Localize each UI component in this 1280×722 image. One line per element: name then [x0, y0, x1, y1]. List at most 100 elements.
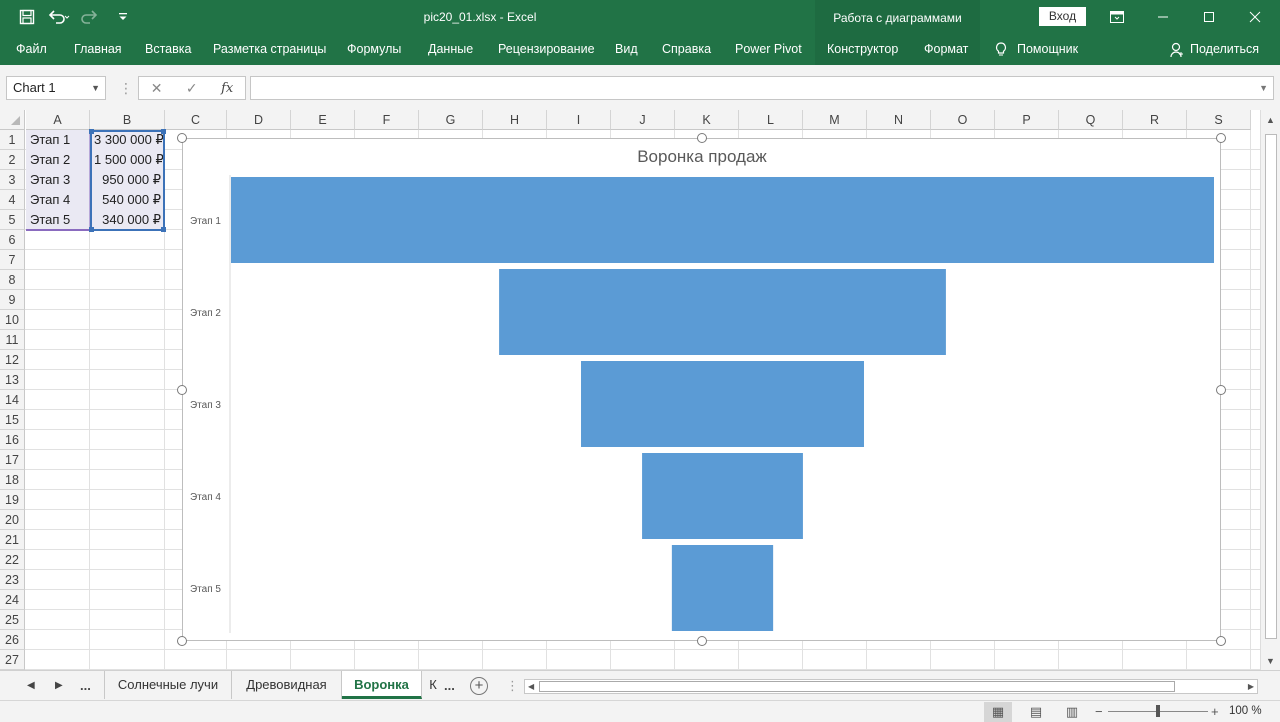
- insert-function-icon[interactable]: fx: [221, 81, 233, 96]
- column-header-k[interactable]: K: [675, 110, 739, 130]
- scroll-thumb[interactable]: [1265, 134, 1277, 639]
- formula-input[interactable]: ▼: [250, 76, 1274, 100]
- row-header-20[interactable]: 20: [0, 510, 25, 530]
- column-header-b[interactable]: B: [90, 110, 165, 130]
- tab-view[interactable]: Вид: [615, 34, 638, 65]
- row-header-18[interactable]: 18: [0, 470, 25, 490]
- sheet-tab-partial[interactable]: К: [426, 671, 440, 699]
- sheet-tab-treemap[interactable]: Древовидная: [232, 671, 342, 699]
- sheet-more-left[interactable]: ...: [80, 671, 91, 701]
- zoom-out-button[interactable]: −: [1095, 701, 1103, 722]
- range-handle[interactable]: [161, 129, 166, 134]
- sheet-tab-funnel[interactable]: Воронка: [342, 671, 422, 699]
- row-header-24[interactable]: 24: [0, 590, 25, 610]
- tab-data[interactable]: Данные: [428, 34, 473, 65]
- tab-review[interactable]: Рецензирование: [498, 34, 595, 65]
- page-layout-view-icon[interactable]: ▤: [1022, 702, 1050, 722]
- column-header-q[interactable]: Q: [1059, 110, 1123, 130]
- share-button[interactable]: Поделиться: [1170, 34, 1259, 65]
- column-header-s[interactable]: S: [1187, 110, 1251, 130]
- chart-resize-handle[interactable]: [177, 636, 187, 646]
- row-header-13[interactable]: 13: [0, 370, 25, 390]
- add-sheet-icon[interactable]: +: [470, 677, 488, 695]
- maximize-icon[interactable]: [1186, 0, 1232, 34]
- column-header-n[interactable]: N: [867, 110, 931, 130]
- tab-insert[interactable]: Вставка: [145, 34, 191, 65]
- row-header-11[interactable]: 11: [0, 330, 25, 350]
- chart-resize-handle[interactable]: [1216, 133, 1226, 143]
- range-handle[interactable]: [89, 129, 94, 134]
- name-box[interactable]: Chart 1 ▼: [6, 76, 106, 100]
- tab-home[interactable]: Главная: [74, 34, 122, 65]
- chart-resize-handle[interactable]: [696, 133, 707, 143]
- funnel-bar-4[interactable]: [642, 453, 803, 539]
- column-header-p[interactable]: P: [995, 110, 1059, 130]
- sheet-more-right[interactable]: ...: [444, 671, 455, 701]
- funnel-chart[interactable]: Воронка продаж Этап 1 Этап 2 Этап 3 Этап 4Э…: [182, 138, 1221, 641]
- tab-formulas[interactable]: Формулы: [347, 34, 401, 65]
- column-header-h[interactable]: H: [483, 110, 547, 130]
- row-header-19[interactable]: 19: [0, 490, 25, 510]
- scroll-down-icon[interactable]: ▼: [1266, 656, 1275, 666]
- funnel-bar-1[interactable]: [231, 177, 1214, 263]
- tab-power-pivot[interactable]: Power Pivot: [735, 34, 802, 65]
- row-header-27[interactable]: 27: [0, 650, 25, 670]
- range-handle[interactable]: [161, 227, 166, 232]
- row-header-15[interactable]: 15: [0, 410, 25, 430]
- column-header-a[interactable]: A: [26, 110, 90, 130]
- splitter-icon[interactable]: ⋮: [506, 671, 519, 701]
- row-header-22[interactable]: 22: [0, 550, 25, 570]
- column-header-r[interactable]: R: [1123, 110, 1187, 130]
- normal-view-icon[interactable]: ▦: [984, 702, 1012, 722]
- scroll-left-icon[interactable]: ◀: [528, 680, 534, 693]
- column-header-d[interactable]: D: [227, 110, 291, 130]
- row-header-6[interactable]: 6: [0, 230, 25, 250]
- value-range-highlight[interactable]: [89, 129, 166, 232]
- check-icon[interactable]: ✓: [186, 80, 198, 97]
- row-header-23[interactable]: 23: [0, 570, 25, 590]
- tell-me-button[interactable]: Помощник: [995, 34, 1078, 65]
- funnel-bar-2[interactable]: [499, 269, 946, 355]
- chart-resize-handle[interactable]: [696, 636, 707, 646]
- tab-file[interactable]: Файл: [16, 34, 47, 65]
- minimize-icon[interactable]: [1140, 0, 1186, 34]
- chart-resize-handle[interactable]: [1216, 636, 1226, 646]
- zoom-slider-thumb[interactable]: [1156, 705, 1160, 717]
- row-header-14[interactable]: 14: [0, 390, 25, 410]
- close-icon[interactable]: [1232, 0, 1278, 34]
- horizontal-scrollbar[interactable]: ◀ ▶: [524, 679, 1258, 694]
- row-header-9[interactable]: 9: [0, 290, 25, 310]
- row-header-7[interactable]: 7: [0, 250, 25, 270]
- column-header-m[interactable]: M: [803, 110, 867, 130]
- row-header-5[interactable]: 5: [0, 210, 25, 230]
- tab-page-layout[interactable]: Разметка страницы: [213, 34, 326, 65]
- row-header-8[interactable]: 8: [0, 270, 25, 290]
- select-all-corner[interactable]: [0, 110, 25, 130]
- chart-resize-handle[interactable]: [1216, 384, 1226, 395]
- column-header-i[interactable]: I: [547, 110, 611, 130]
- column-header-e[interactable]: E: [291, 110, 355, 130]
- row-header-3[interactable]: 3: [0, 170, 25, 190]
- chevron-down-icon[interactable]: ▼: [91, 77, 100, 99]
- vertical-scrollbar[interactable]: ▲ ▼: [1260, 110, 1280, 670]
- row-header-26[interactable]: 26: [0, 630, 25, 650]
- zoom-level[interactable]: 100 %: [1229, 701, 1262, 722]
- tab-help[interactable]: Справка: [662, 34, 711, 65]
- column-header-c[interactable]: C: [165, 110, 227, 130]
- page-break-view-icon[interactable]: ▥: [1058, 702, 1086, 722]
- funnel-bar-3[interactable]: [581, 361, 864, 447]
- tab-chart-format[interactable]: Формат: [924, 34, 968, 65]
- row-header-10[interactable]: 10: [0, 310, 25, 330]
- column-header-l[interactable]: L: [739, 110, 803, 130]
- row-header-12[interactable]: 12: [0, 350, 25, 370]
- scroll-up-icon[interactable]: ▲: [1266, 115, 1275, 125]
- cancel-icon[interactable]: ✕: [151, 80, 163, 97]
- sheet-tab-sunburst[interactable]: Солнечные лучи: [104, 671, 232, 699]
- row-header-25[interactable]: 25: [0, 610, 25, 630]
- row-header-1[interactable]: 1: [0, 130, 25, 150]
- column-header-f[interactable]: F: [355, 110, 419, 130]
- column-header-j[interactable]: J: [611, 110, 675, 130]
- chart-resize-handle[interactable]: [177, 133, 187, 143]
- row-header-16[interactable]: 16: [0, 430, 25, 450]
- row-header-4[interactable]: 4: [0, 190, 25, 210]
